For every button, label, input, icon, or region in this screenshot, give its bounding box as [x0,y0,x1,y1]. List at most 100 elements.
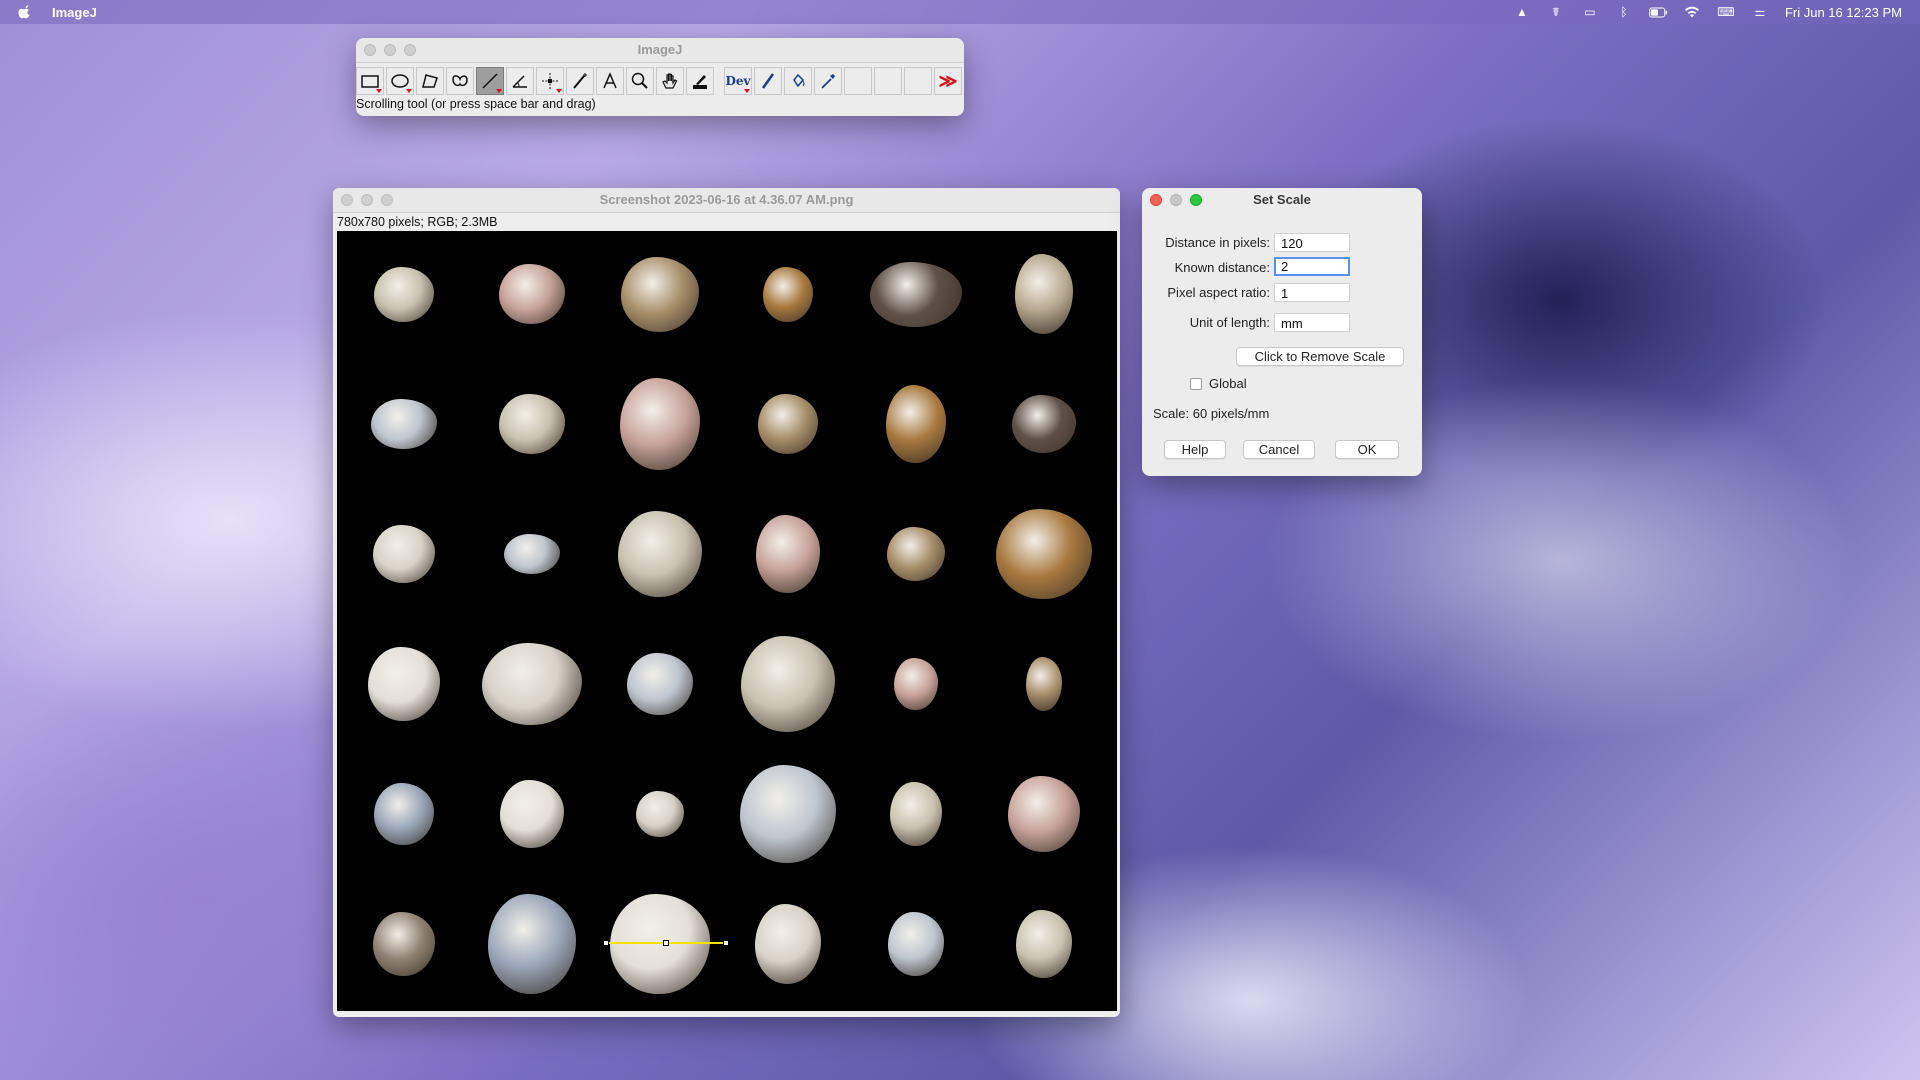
oval-tool[interactable] [386,67,414,95]
line-handle-mid[interactable] [663,940,669,946]
spotlight-person-icon[interactable]: ☤ [1547,5,1565,19]
more-tools-button[interactable]: ≫ [934,67,962,95]
scale-icon[interactable]: ▲ [1513,5,1531,19]
hand-icon [662,73,678,89]
sand-grain [610,894,710,994]
imagej-toolbar-window: ImageJ Dev ≫ Scrolling tool (or press sp… [356,38,964,116]
freehand-tool[interactable] [446,67,474,95]
sand-grain [886,385,946,463]
set-scale-dialog: Set Scale Distance in pixels: 120 Known … [1142,188,1422,476]
image-titlebar[interactable]: Screenshot 2023-06-16 at 4.36.07 AM.png [333,188,1120,213]
sand-grain [763,266,813,322]
cancel-button[interactable]: Cancel [1243,440,1315,459]
freehand-icon [452,75,468,87]
wifi-icon[interactable] [1683,5,1701,19]
polygon-tool[interactable] [416,67,444,95]
toolbar-titlebar[interactable]: ImageJ [356,38,964,63]
pipette-tool[interactable] [814,67,842,95]
sand-grain [499,264,565,324]
sand-grain [1008,776,1080,852]
image-info: 780x780 pixels; RGB; 2.3MB [337,215,498,229]
magnifier-tool[interactable] [626,67,654,95]
flood-fill-icon [793,73,805,88]
bluetooth-icon[interactable]: ᛒ [1615,5,1633,19]
battery-icon[interactable] [1648,5,1667,19]
ok-button[interactable]: OK [1335,440,1399,459]
scale-readout: Scale: 60 pixels/mm [1153,406,1270,421]
point-icon [542,73,558,89]
sand-grain [374,783,434,845]
sand-grain [500,780,564,848]
line-handle-end[interactable] [723,940,729,946]
display-icon[interactable]: ▭ [1581,5,1599,19]
sand-grain [373,525,435,583]
menu-clock[interactable]: Fri Jun 16 12:23 PM [1785,5,1902,20]
rectangle-tool[interactable] [356,67,384,95]
toolbar-title: ImageJ [637,42,683,57]
sand-grain [371,399,437,449]
sand-grain [373,912,435,976]
sand-grain [1016,910,1072,978]
sand-grain [894,658,938,710]
image-title: Screenshot 2023-06-16 at 4.36.07 AM.png [599,192,854,207]
polygon-icon [422,74,438,88]
sand-grain [1026,657,1062,711]
help-button[interactable]: Help [1164,440,1226,459]
sand-grain [996,509,1092,599]
sand-grain [755,904,821,984]
image-canvas[interactable] [337,231,1117,1011]
sand-grain [620,378,700,470]
app-menu-imagej[interactable]: ImageJ [52,5,97,20]
control-center-icon[interactable]: ⚌ [1751,5,1769,19]
line-handle-start[interactable] [603,940,609,946]
sand-grain [1015,254,1073,334]
unit-field[interactable]: mm [1274,313,1350,332]
pipette-icon [821,74,835,89]
remove-scale-button[interactable]: Click to Remove Scale [1236,347,1404,366]
sand-grain [627,653,693,715]
magnifier-icon [631,72,648,89]
wand-tool[interactable] [566,67,594,95]
sand-grain [1012,395,1076,453]
dialog-title: Set Scale [1253,192,1311,207]
color-picker-tool[interactable] [686,67,714,95]
oval-icon [391,74,409,88]
angle-icon [512,75,527,88]
sand-grain [870,261,962,327]
apple-menu-icon[interactable] [18,5,32,19]
aspect-ratio-label: Pixel aspect ratio: [1167,285,1270,300]
sand-grain [488,894,576,994]
sand-grain [499,394,565,454]
sand-grain [618,511,702,597]
dev-tool[interactable]: Dev [724,67,752,95]
keyboard-icon[interactable]: ⌨ [1717,5,1735,19]
angle-tool[interactable] [506,67,534,95]
sand-grain [374,266,434,322]
image-window: Screenshot 2023-06-16 at 4.36.07 AM.png … [333,188,1120,1017]
dialog-titlebar[interactable]: Set Scale [1142,188,1422,212]
line-tool[interactable] [476,67,504,95]
point-tool[interactable] [536,67,564,95]
text-icon [603,72,617,89]
sand-grain [741,636,835,732]
brush-icon [761,73,775,89]
status-bar: Scrolling tool (or press space bar and d… [356,97,596,111]
sand-grain [756,515,820,593]
hand-tool[interactable] [656,67,684,95]
brush-tool[interactable] [754,67,782,95]
empty-slot [844,67,872,95]
global-label: Global [1209,376,1247,391]
menu-extras: ▲ ☤ ▭ ᛒ ⌨ ⚌ Fri Jun 16 12:23 PM [1513,0,1902,24]
aspect-ratio-field[interactable]: 1 [1274,283,1350,302]
unit-label: Unit of length: [1189,315,1270,330]
distance-field[interactable]: 120 [1274,233,1350,252]
flood-fill-tool[interactable] [784,67,812,95]
known-distance-field[interactable]: 2 [1274,257,1350,276]
line-icon [482,73,498,89]
global-checkbox[interactable] [1190,378,1202,390]
sand-grain [504,534,560,574]
sand-grain [368,647,440,721]
text-tool[interactable] [596,67,624,95]
sand-grain [758,394,818,454]
rectangle-icon [361,75,379,88]
